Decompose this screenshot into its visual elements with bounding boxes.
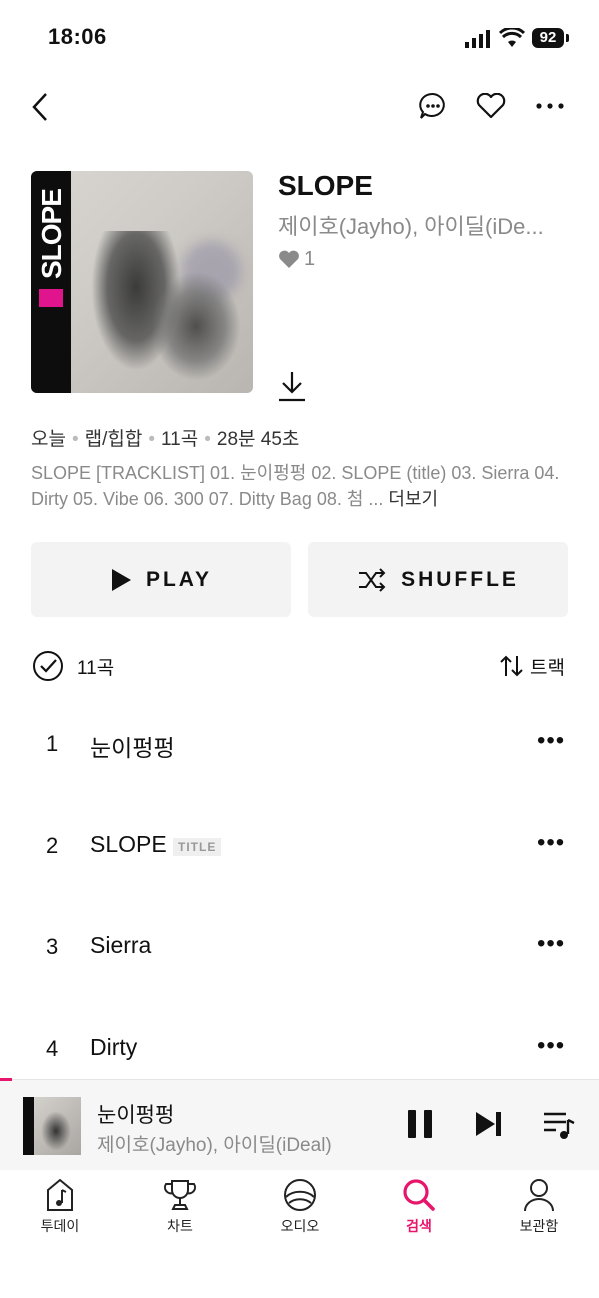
duration: 28분 45초 [216,429,300,450]
like-count: 1 [278,248,315,271]
track-number: 2 [46,833,59,858]
select-all-icon[interactable] [32,650,64,682]
mini-player-artist: 제이호(Jayho), 아이딜(iDeal) [97,1135,332,1156]
tab-audio[interactable]: 오디오 [240,1178,360,1236]
track-number: 1 [46,731,59,756]
pause-icon[interactable] [405,1108,435,1140]
tab-label: 투데이 [40,1218,80,1234]
shuffle-icon [359,567,386,592]
wifi-icon [499,28,525,47]
next-track-icon[interactable] [474,1110,504,1138]
like-count-value: 1 [304,248,316,270]
sort-icon[interactable] [499,654,525,678]
cover-figure [151,271,241,381]
track-more-icon[interactable]: ••• [537,1032,565,1060]
search-icon [403,1179,435,1211]
track-title: Sierra [90,932,152,958]
track-more-icon[interactable]: ••• [537,930,565,958]
music-note-icon [47,1178,73,1211]
more-options-icon[interactable] [536,103,564,109]
heart-filled-icon [279,250,299,268]
battery-tip [566,34,569,42]
mini-player-title: 눈이펑펑 [97,1104,175,1127]
shuffle-button[interactable]: SHUFFLE [308,542,568,617]
mini-player-divider [0,1079,599,1080]
description-text: SLOPE [TRACKLIST] 01. 눈이펑펑 02. SLOPE (ti… [31,463,560,509]
release-date: 오늘 [31,429,66,450]
album-cover[interactable]: SLOPE [31,171,253,393]
track-title: 눈이펑펑 [90,735,175,761]
tab-label: 차트 [167,1218,193,1234]
play-icon [111,568,131,591]
shuffle-label: SHUFFLE [401,567,519,591]
track-number: 3 [46,934,59,959]
mini-player-cover[interactable] [23,1097,81,1155]
track-title: Dirty [90,1034,138,1060]
track-row[interactable]: 1 눈이펑펑 ••• [0,707,599,787]
track-row[interactable]: 2 SLOPE TITLE ••• [0,809,599,889]
selection-count: 11곡 [77,658,115,679]
playlist-icon[interactable] [542,1110,576,1140]
tab-bar: 투데이 차트 오디오 검색 보관함 [0,1170,599,1298]
tab-label: 검색 [406,1218,432,1234]
tab-library[interactable]: 보관함 [479,1178,599,1236]
track-count: 11곡 [161,429,199,450]
cover-badge [39,289,63,307]
album-description[interactable]: SLOPE [TRACKLIST] 01. 눈이펑펑 02. SLOPE (ti… [31,460,571,512]
album-meta: 오늘 • 랩/힙합 • 11곡 • 28분 45초 [31,429,300,450]
playback-progress[interactable] [0,1078,12,1081]
comment-icon[interactable] [418,91,448,121]
battery-indicator: 92 [532,28,564,48]
album-title: SLOPE [278,170,373,201]
signal-icon [465,30,490,48]
back-icon[interactable] [28,92,52,122]
cover-title-text: SLOPE [36,189,67,279]
sort-label[interactable]: 트랙 [530,653,565,680]
genre: 랩/힙합 [84,429,143,450]
track-more-icon[interactable]: ••• [537,829,565,857]
track-more-icon[interactable]: ••• [537,727,565,755]
title-track-badge: TITLE [173,838,222,856]
play-label: PLAY [145,567,213,591]
person-icon [524,1179,554,1212]
tab-label: 오디오 [280,1218,320,1234]
track-title: SLOPE [90,831,167,857]
album-artist[interactable]: 제이호(Jayho), 아이딜(iDe... [278,209,578,241]
more-link[interactable]: 더보기 [383,489,438,509]
tab-today[interactable]: 투데이 [0,1178,120,1236]
tab-search[interactable]: 검색 [359,1178,479,1236]
trophy-icon [163,1180,197,1210]
tab-chart[interactable]: 차트 [120,1178,240,1236]
track-row[interactable]: 3 Sierra ••• [0,910,599,990]
heart-icon[interactable] [476,93,506,119]
tab-label: 보관함 [519,1218,559,1234]
download-icon[interactable] [277,370,307,402]
audio-icon [284,1179,316,1211]
track-number: 4 [46,1036,59,1061]
play-button[interactable]: PLAY [31,542,291,617]
status-time: 18:06 [48,24,107,49]
